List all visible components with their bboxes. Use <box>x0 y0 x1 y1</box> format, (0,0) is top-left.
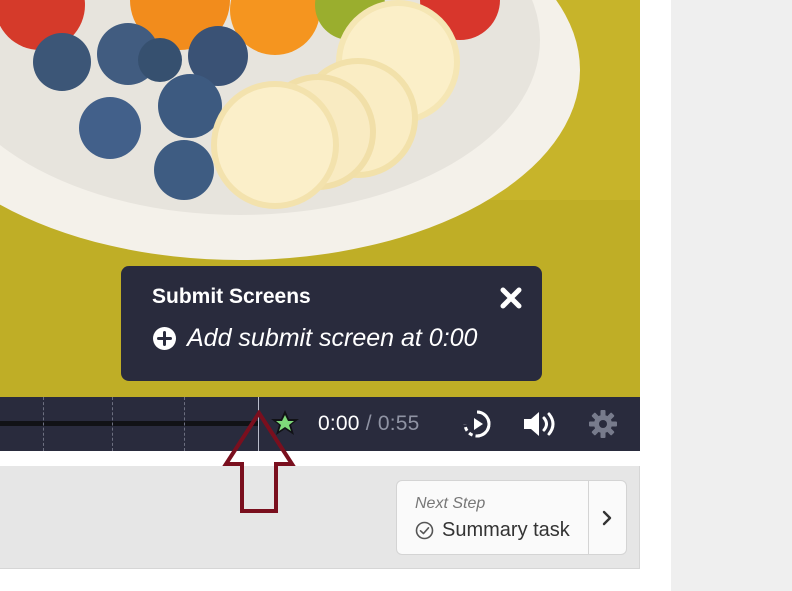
plus-circle-icon <box>153 327 176 350</box>
current-time: 0:00 <box>318 412 360 435</box>
check-circle-icon <box>415 521 434 540</box>
next-step-divider <box>588 481 589 554</box>
time-display: 0:00 / 0:55 <box>318 412 420 436</box>
timeline-tick <box>112 397 113 451</box>
add-submit-screen-button[interactable]: Add submit screen at 0:00 <box>152 324 477 353</box>
duration: 0:55 <box>377 412 420 435</box>
tooltip-title: Submit Screens <box>152 285 311 308</box>
add-submit-screen-label: Add submit screen at 0:00 <box>187 324 478 352</box>
up-arrow-annotation <box>222 410 296 513</box>
timeline-tick <box>43 397 44 451</box>
progress-track[interactable] <box>0 421 258 426</box>
gear-icon[interactable] <box>588 409 618 439</box>
replay-icon[interactable] <box>461 409 493 439</box>
timeline-tick <box>184 397 185 451</box>
next-step-task: Summary task <box>415 519 570 542</box>
next-step-label: Next Step <box>415 495 486 512</box>
volume-icon[interactable] <box>522 409 560 439</box>
close-icon[interactable] <box>499 286 523 310</box>
time-separator: / <box>365 412 372 435</box>
submit-screens-tooltip: Submit Screens Add submit screen at 0:00 <box>121 266 542 381</box>
side-panel <box>671 0 792 591</box>
next-step-button[interactable]: Next Step Summary task <box>396 480 627 555</box>
chevron-right-icon[interactable] <box>598 508 616 528</box>
video-control-bar[interactable]: 0:00 / 0:55 <box>0 397 640 451</box>
separator-strip <box>0 451 640 466</box>
next-step-task-name: Summary task <box>442 519 570 541</box>
